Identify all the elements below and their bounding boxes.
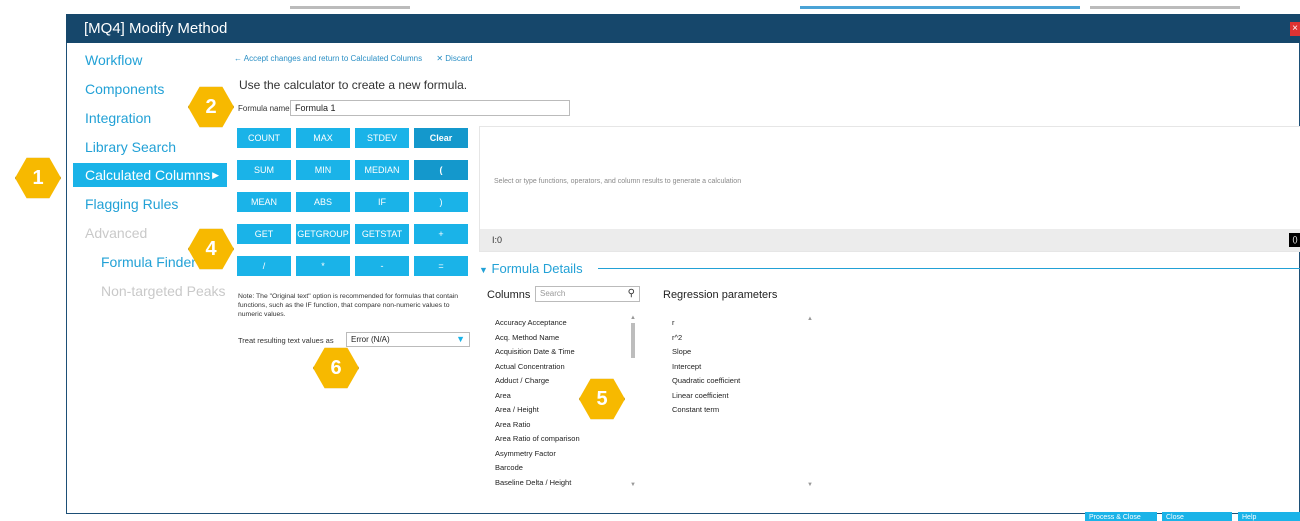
nav-non-targeted-peaks: Non-targeted Peaks xyxy=(101,283,226,299)
process-close-button[interactable]: Process & Close xyxy=(1085,512,1157,521)
key-getstat[interactable]: GETSTAT xyxy=(355,224,409,244)
window-title: [MQ4] Modify Method xyxy=(84,20,228,37)
key-multiply[interactable]: * xyxy=(296,256,350,276)
column-item[interactable]: Baseline Delta / Height xyxy=(495,478,571,487)
column-item[interactable]: Area Ratio xyxy=(495,420,530,429)
key-max[interactable]: MAX xyxy=(296,128,350,148)
regression-label: Regression parameters xyxy=(663,289,778,301)
editor-placeholder: Select or type functions, operators, and… xyxy=(494,178,742,185)
column-item[interactable]: Accuracy Acceptance xyxy=(495,318,567,327)
regression-item[interactable]: Linear coefficient xyxy=(672,391,729,400)
scroll-up-icon[interactable]: ▲ xyxy=(807,316,813,322)
key-close-paren[interactable]: ) xyxy=(414,192,468,212)
key-clear[interactable]: Clear xyxy=(414,128,468,148)
triangle-down-icon: ▼ xyxy=(479,265,488,275)
background-window-strip xyxy=(0,0,1300,14)
treat-text-label: Treat resulting text values as xyxy=(238,336,334,345)
column-item[interactable]: Area / Height xyxy=(495,405,539,414)
regression-item[interactable]: Quadratic coefficient xyxy=(672,376,740,385)
column-item[interactable]: Acquisition Date & Time xyxy=(495,347,575,356)
options-note: Note: The "Original text" option is reco… xyxy=(238,293,459,318)
regression-item[interactable]: Slope xyxy=(672,347,691,356)
search-icon[interactable]: ⚲ xyxy=(628,287,635,301)
column-item[interactable]: Area xyxy=(495,391,511,400)
key-minus[interactable]: - xyxy=(355,256,409,276)
nav-workflow[interactable]: Workflow xyxy=(73,48,142,72)
formula-details-title: Formula Details xyxy=(491,261,583,276)
key-abs[interactable]: ABS xyxy=(296,192,350,212)
nav-advanced: Advanced xyxy=(85,225,148,241)
nav-integration[interactable]: Integration xyxy=(73,106,151,130)
column-item[interactable]: Actual Concentration xyxy=(495,362,565,371)
key-median[interactable]: MEDIAN xyxy=(355,160,409,180)
key-plus[interactable]: + xyxy=(414,224,468,244)
title-bar: [MQ4] Modify Method × xyxy=(66,14,1300,43)
key-divide[interactable]: / xyxy=(237,256,291,276)
nav-flagging-rules[interactable]: Flagging Rules xyxy=(73,192,178,216)
formula-name-input[interactable]: Formula 1 xyxy=(290,100,570,116)
columns-search-input[interactable]: Search ⚲ xyxy=(535,286,640,302)
column-item[interactable]: Area Ratio of comparison xyxy=(495,434,580,443)
regression-item[interactable]: Constant term xyxy=(672,405,719,414)
treat-text-select[interactable]: Error (N/A) ▼ xyxy=(346,332,470,347)
regression-item[interactable]: r^2 xyxy=(672,333,682,342)
callout-badge-1: 1 xyxy=(15,157,61,199)
key-get[interactable]: GET xyxy=(237,224,291,244)
key-equals[interactable]: = xyxy=(414,256,468,276)
formula-name-label: Formula name xyxy=(238,104,290,113)
regression-item[interactable]: Intercept xyxy=(672,362,701,371)
key-sum[interactable]: SUM xyxy=(237,160,291,180)
nav-library-search[interactable]: Library Search xyxy=(73,135,176,159)
discard-link[interactable]: ✕ Discard xyxy=(436,54,472,63)
nav-calculated-columns[interactable]: Calculated Columns ▶ xyxy=(73,163,227,187)
key-min[interactable]: MIN xyxy=(296,160,350,180)
scroll-down-icon[interactable]: ▼ xyxy=(807,482,813,488)
close-button[interactable]: Close xyxy=(1162,512,1232,521)
accept-link[interactable]: ← Accept changes and return to Calculate… xyxy=(234,54,422,63)
close-icon[interactable]: × xyxy=(1290,22,1300,36)
formula-details-toggle[interactable]: ▼ Formula Details xyxy=(479,261,583,276)
column-item[interactable]: Acq. Method Name xyxy=(495,333,559,342)
key-open-paren[interactable]: ( xyxy=(414,160,468,180)
column-item[interactable]: Adduct / Charge xyxy=(495,376,549,385)
key-getgroup[interactable]: GETGROUP xyxy=(296,224,350,244)
search-placeholder: Search xyxy=(540,289,566,298)
columns-scrollbar[interactable] xyxy=(631,323,635,358)
scroll-up-icon[interactable]: ▲ xyxy=(630,315,636,321)
action-links: ← Accept changes and return to Calculate… xyxy=(234,54,484,63)
nav-calculated-columns-label: Calculated Columns xyxy=(85,167,211,183)
paren-indicator: () xyxy=(1289,233,1300,247)
chevron-down-icon: ▼ xyxy=(456,334,465,344)
column-item[interactable]: Barcode xyxy=(495,463,523,472)
key-stdev[interactable]: STDEV xyxy=(355,128,409,148)
chevron-right-icon: ▶ xyxy=(212,170,219,180)
treat-text-value: Error (N/A) xyxy=(351,335,390,344)
editor-status-bar: I:0 () xyxy=(480,229,1300,251)
column-item[interactable]: Asymmetry Factor xyxy=(495,449,556,458)
nav-formula-finder[interactable]: Formula Finder xyxy=(73,250,196,274)
key-if[interactable]: IF xyxy=(355,192,409,212)
key-count[interactable]: COUNT xyxy=(237,128,291,148)
cursor-position: I:0 xyxy=(492,235,503,245)
scroll-down-icon[interactable]: ▼ xyxy=(630,482,636,488)
columns-label: Columns xyxy=(487,289,531,301)
help-button[interactable]: Help xyxy=(1238,512,1300,521)
calculator-heading: Use the calculator to create a new formu… xyxy=(239,78,468,92)
nav-components[interactable]: Components xyxy=(73,77,164,101)
formula-editor[interactable]: Select or type functions, operators, and… xyxy=(479,126,1300,252)
key-mean[interactable]: MEAN xyxy=(237,192,291,212)
regression-item[interactable]: r xyxy=(672,318,675,327)
section-divider xyxy=(598,268,1300,269)
